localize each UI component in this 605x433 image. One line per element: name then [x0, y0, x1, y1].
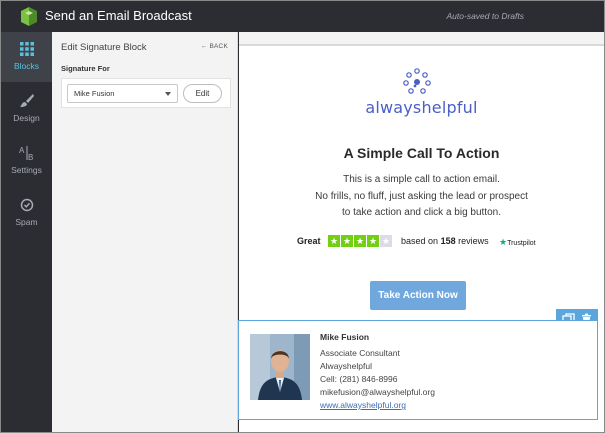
edit-signature-button[interactable]: Edit: [183, 84, 222, 103]
signature-select-value: Mike Fusion: [74, 89, 115, 98]
app-window: Send an Email Broadcast Auto-saved to Dr…: [0, 0, 605, 433]
person-photo-icon: [250, 334, 310, 400]
trustpilot-logo: ★Trustpilot: [499, 237, 536, 247]
back-label: BACK: [209, 43, 228, 50]
star-icon: ★: [341, 235, 353, 247]
nav-item-design[interactable]: Design: [1, 84, 52, 134]
nav-item-settings[interactable]: A B Settings: [1, 136, 52, 186]
signature-title: Associate Consultant: [320, 348, 400, 358]
nav-label: Blocks: [13, 61, 40, 71]
star-icon: ★: [354, 235, 366, 247]
signature-for-label: Signature For: [61, 64, 110, 73]
take-action-button[interactable]: Take Action Now: [370, 281, 466, 310]
brand-name: alwayshelpful: [365, 98, 478, 117]
nav-label: Spam: [15, 217, 38, 227]
signature-select[interactable]: Mike Fusion: [67, 84, 178, 103]
star-icon: ★: [328, 235, 340, 247]
check-circle-icon: [20, 198, 33, 212]
signature-photo: [250, 334, 310, 400]
back-button[interactable]: ← BACK: [201, 43, 228, 50]
left-nav: Blocks Design A B Settings Spam: [1, 32, 52, 432]
email-body-line: to take action and click a big button.: [342, 207, 501, 218]
trustpilot-widget: Great ★ ★ ★ ★ ★ based on 158 reviews ★Tr…: [297, 235, 547, 249]
star-icon: ★: [367, 235, 379, 247]
signature-company: Alwayshelpful: [320, 361, 372, 371]
arrow-left-icon: ←: [200, 43, 208, 50]
brush-icon: [19, 94, 34, 107]
panel-header: Edit Signature Block ← BACK: [52, 32, 238, 60]
email-heading: A Simple Call To Action: [343, 145, 500, 161]
star-empty-icon: ★: [380, 235, 392, 247]
app-logo-icon: [21, 7, 37, 26]
signature-select-group: Mike Fusion Edit: [61, 78, 231, 108]
brand-logo-icon: [403, 68, 431, 94]
signature-website-link[interactable]: www.alwayshelpful.org: [320, 400, 406, 410]
email-body-line: This is a simple call to action email.: [343, 174, 500, 185]
svg-text:B: B: [28, 153, 33, 161]
signature-phone: Cell: (281) 846-8996: [320, 374, 398, 384]
autosave-status: Auto-saved to Drafts: [446, 11, 524, 21]
trustpilot-stars: ★ ★ ★ ★ ★: [328, 235, 392, 247]
nav-label: Settings: [11, 165, 42, 175]
top-bar: Send an Email Broadcast Auto-saved to Dr…: [1, 1, 604, 32]
trustpilot-star-icon: ★: [499, 237, 508, 247]
signature-email: mikefusion@alwayshelpful.org: [320, 387, 435, 397]
grid-icon: [19, 42, 34, 56]
trustpilot-review-count: based on 158 reviews: [401, 236, 489, 246]
email-preview: alwayshelpful A Simple Call To Action Th…: [238, 44, 604, 432]
page-title: Send an Email Broadcast: [45, 8, 192, 23]
chevron-down-icon: [165, 92, 171, 96]
trustpilot-rating-word: Great: [297, 236, 321, 246]
nav-item-blocks[interactable]: Blocks: [1, 32, 52, 82]
nav-item-spam[interactable]: Spam: [1, 188, 52, 238]
settings-panel: Edit Signature Block ← BACK Signature Fo…: [52, 32, 238, 432]
email-canvas: alwayshelpful A Simple Call To Action Th…: [238, 32, 604, 432]
ab-icon: A B: [19, 146, 33, 161]
email-body-line: No frills, no fluff, just asking the lea…: [315, 191, 528, 202]
signature-block[interactable]: Mike Fusion Associate Consultant Alwaysh…: [238, 320, 598, 420]
nav-label: Design: [13, 113, 40, 123]
svg-text:A: A: [19, 146, 25, 155]
panel-title: Edit Signature Block: [61, 42, 147, 53]
signature-name: Mike Fusion: [320, 332, 370, 342]
